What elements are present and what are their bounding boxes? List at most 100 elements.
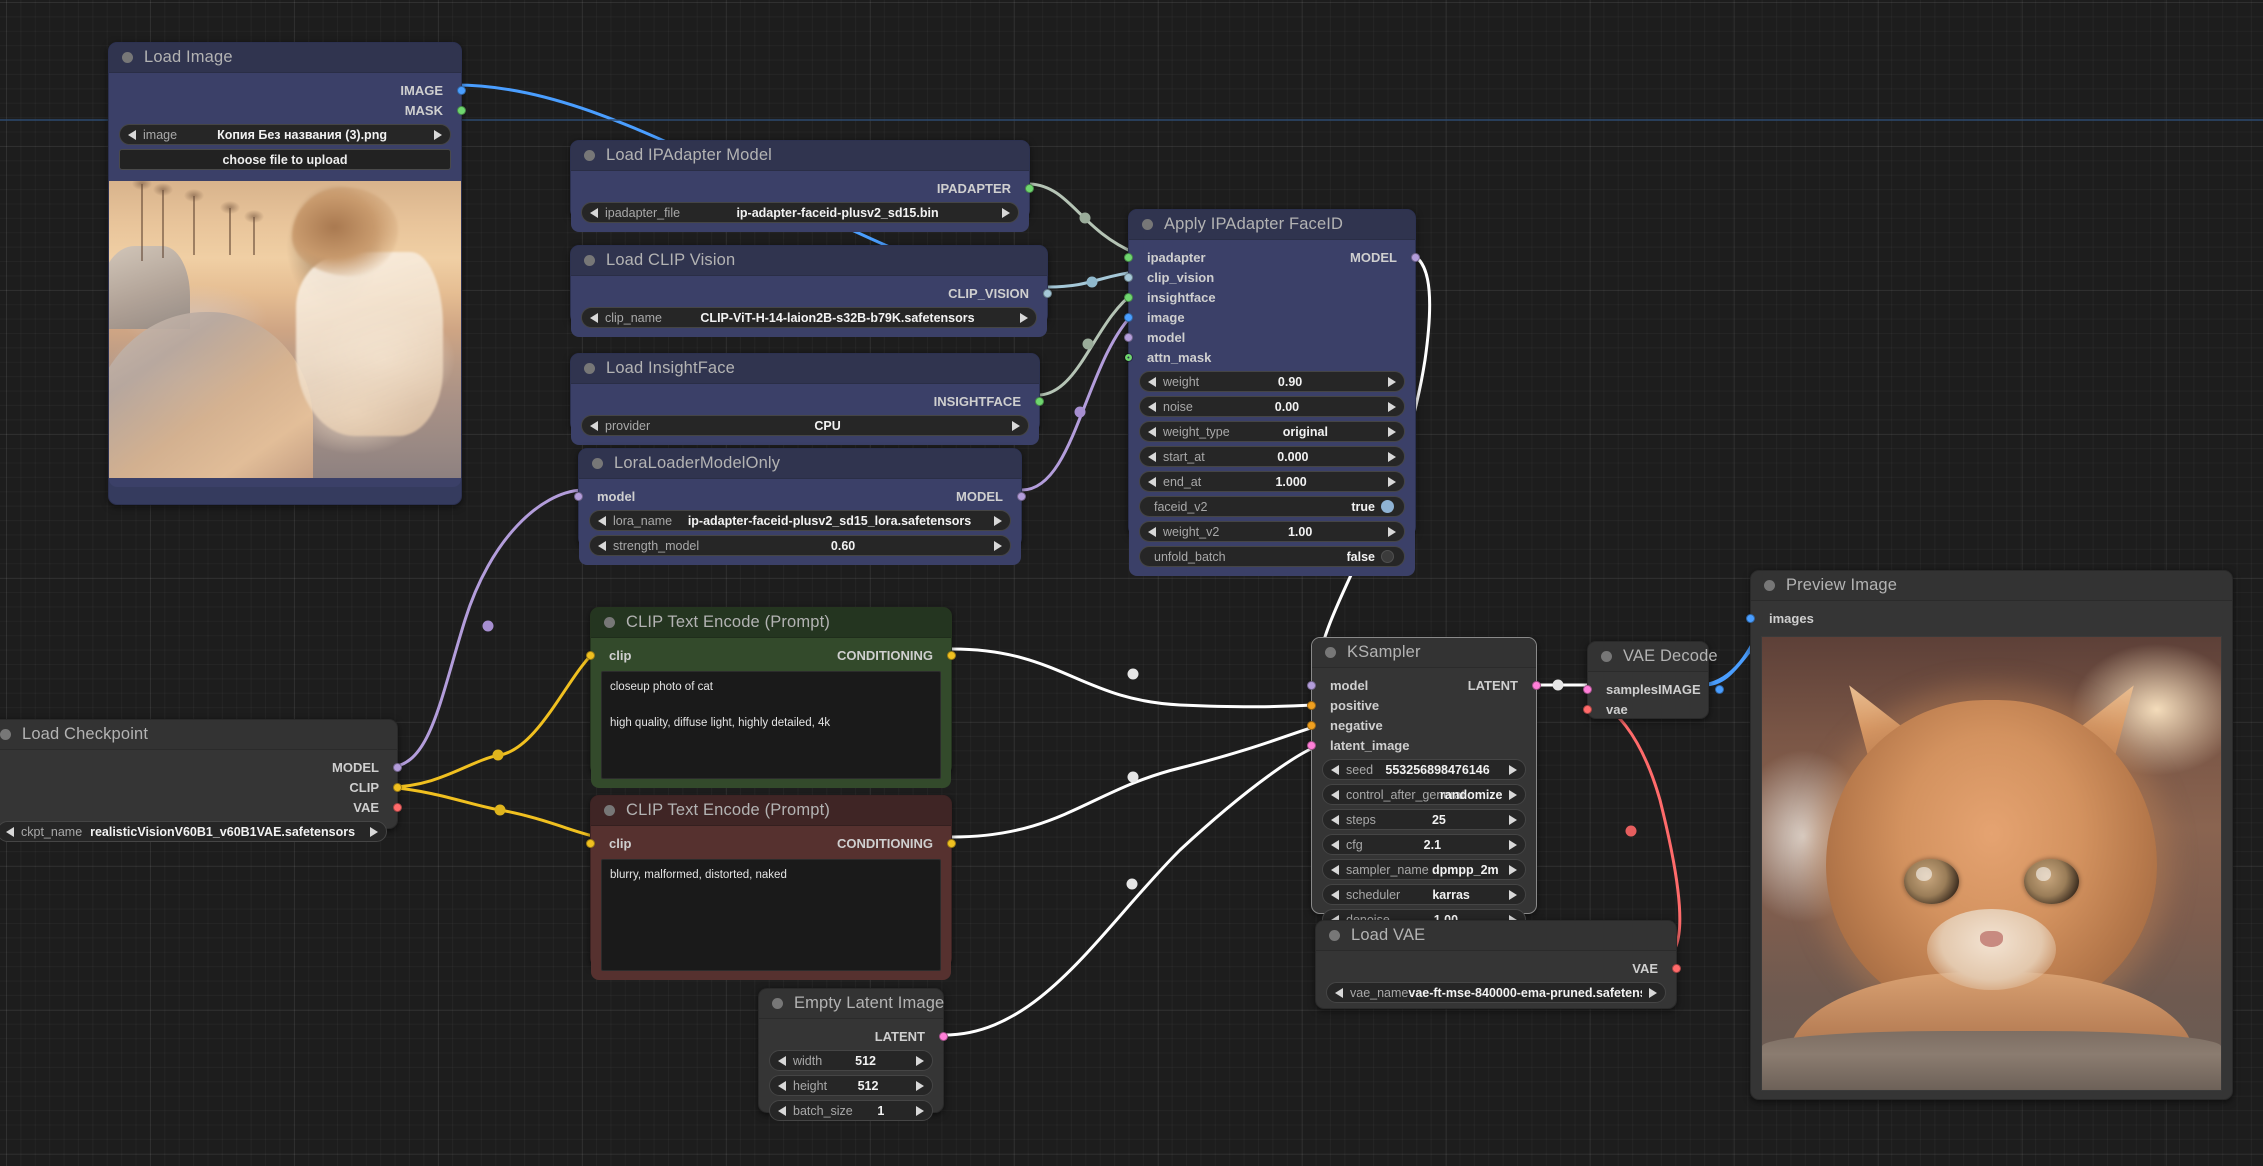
arrow-right-icon[interactable] xyxy=(1387,526,1396,537)
toggle-knob-on[interactable] xyxy=(1381,500,1394,513)
input-port-vae[interactable]: vae xyxy=(1583,702,1628,717)
port-dot-clip-vision[interactable] xyxy=(1124,272,1133,282)
arrow-right-icon[interactable] xyxy=(1508,839,1517,850)
arrow-left-icon[interactable] xyxy=(1331,889,1339,900)
port-dot-vae[interactable] xyxy=(1583,704,1592,714)
widget-start-at[interactable]: start_at 0.000 xyxy=(1139,446,1405,467)
port-dot-model-out[interactable] xyxy=(1017,491,1026,501)
node-empty-latent-image[interactable]: Empty Latent Image LATENT width 512 heig… xyxy=(758,988,948,1121)
widget-provider[interactable]: provider CPU xyxy=(581,415,1029,436)
node-title-bar[interactable]: KSampler xyxy=(1312,638,1536,668)
choose-file-to-upload-button[interactable]: choose file to upload xyxy=(119,149,451,170)
arrow-right-icon[interactable] xyxy=(1388,451,1396,462)
node-title-bar[interactable]: CLIP Text Encode (Prompt) xyxy=(591,796,951,826)
arrow-right-icon[interactable] xyxy=(1019,312,1028,323)
arrow-left-icon[interactable] xyxy=(1148,376,1156,387)
arrow-right-icon[interactable] xyxy=(993,540,1002,551)
collapse-dot-icon[interactable] xyxy=(584,150,595,161)
output-port-vae[interactable]: VAE xyxy=(353,800,402,815)
output-port-ipadapter[interactable]: IPADAPTER xyxy=(937,181,1034,196)
output-port-latent[interactable]: LATENT xyxy=(1468,678,1541,693)
output-port-model[interactable]: MODEL xyxy=(1350,250,1420,265)
port-dot-model[interactable] xyxy=(1307,680,1316,690)
port-dot-model[interactable] xyxy=(1124,332,1133,342)
node-load-ipadapter-model[interactable]: Load IPAdapter Model IPADAPTER ipadapter… xyxy=(570,140,1034,232)
collapse-dot-icon[interactable] xyxy=(584,363,595,374)
port-dot-model-out[interactable] xyxy=(1411,252,1420,262)
widget-noise[interactable]: noise 0.00 xyxy=(1139,396,1405,417)
arrow-left-icon[interactable] xyxy=(128,129,136,140)
arrow-left-icon[interactable] xyxy=(1331,839,1339,850)
output-port-conditioning[interactable]: CONDITIONING xyxy=(837,836,956,851)
node-load-clip-vision[interactable]: Load CLIP Vision CLIP_VISION clip_name C… xyxy=(570,245,1052,337)
node-preview-image[interactable]: Preview Image images xyxy=(1746,570,2233,1100)
port-dot-conditioning[interactable] xyxy=(947,838,956,848)
input-port-clip[interactable]: clip xyxy=(586,836,631,851)
port-dot-samples[interactable] xyxy=(1583,684,1592,694)
preview-image-output[interactable] xyxy=(1761,636,2222,1091)
collapse-dot-icon[interactable] xyxy=(1601,651,1612,662)
node-title-bar[interactable]: CLIP Text Encode (Prompt) xyxy=(591,608,951,638)
arrow-left-icon[interactable] xyxy=(778,1055,786,1066)
collapse-dot-icon[interactable] xyxy=(1142,219,1153,230)
arrow-right-icon[interactable] xyxy=(915,1055,924,1066)
output-port-insightface[interactable]: INSIGHTFACE xyxy=(934,394,1044,409)
arrow-right-icon[interactable] xyxy=(1011,420,1020,431)
widget-vae-name[interactable]: vae_name vae-ft-mse-840000-ema-pruned.sa… xyxy=(1326,982,1666,1003)
port-dot-ipadapter[interactable] xyxy=(1025,183,1034,193)
widget-faceid-v2[interactable]: faceid_v2 true xyxy=(1139,496,1405,517)
arrow-left-icon[interactable] xyxy=(1148,426,1156,437)
arrow-left-icon[interactable] xyxy=(778,1105,786,1116)
port-dot-vae[interactable] xyxy=(1672,963,1681,973)
input-port-attn-mask[interactable]: attn_mask xyxy=(1124,350,1211,365)
collapse-dot-icon[interactable] xyxy=(772,998,783,1009)
prompt-textarea-negative[interactable]: blurry, malformed, distorted, naked xyxy=(601,859,941,971)
port-dot-mask[interactable] xyxy=(457,105,466,115)
arrow-left-icon[interactable] xyxy=(598,515,606,526)
node-title-bar[interactable]: Preview Image xyxy=(1751,571,2232,601)
widget-ipadapter-file[interactable]: ipadapter_file ip-adapter-faceid-plusv2_… xyxy=(581,202,1019,223)
arrow-left-icon[interactable] xyxy=(590,312,598,323)
arrow-left-icon[interactable] xyxy=(1148,526,1156,537)
node-title-bar[interactable]: VAE Decode xyxy=(1588,642,1718,672)
output-port-vae[interactable]: VAE xyxy=(1632,961,1681,976)
port-dot-clip[interactable] xyxy=(586,838,595,848)
arrow-right-icon[interactable] xyxy=(915,1080,924,1091)
input-port-model[interactable]: model xyxy=(574,489,635,504)
arrow-right-icon[interactable] xyxy=(1509,789,1517,800)
collapse-dot-icon[interactable] xyxy=(592,458,603,469)
node-title-bar[interactable]: Load Checkpoint xyxy=(0,720,397,750)
node-lora-loader-model-only[interactable]: LoraLoaderModelOnly model MODEL lora_nam… xyxy=(574,448,1026,565)
arrow-right-icon[interactable] xyxy=(916,1105,924,1116)
arrow-right-icon[interactable] xyxy=(1508,814,1517,825)
arrow-left-icon[interactable] xyxy=(1331,789,1339,800)
node-clip-text-encode-negative[interactable]: CLIP Text Encode (Prompt) clip CONDITION… xyxy=(586,795,956,980)
port-dot-clip-vision[interactable] xyxy=(1043,288,1052,298)
node-apply-ipadapter-faceid[interactable]: Apply IPAdapter FaceID ipadapter MODEL c… xyxy=(1124,209,1420,576)
arrow-left-icon[interactable] xyxy=(1335,987,1343,998)
input-port-image[interactable]: image xyxy=(1124,310,1185,325)
node-title-bar[interactable]: Load CLIP Vision xyxy=(571,246,1047,276)
arrow-left-icon[interactable] xyxy=(1148,476,1156,487)
node-load-image[interactable]: Load Image IMAGE MASK image Копия Без на… xyxy=(108,42,466,505)
input-port-positive[interactable]: positive xyxy=(1307,698,1379,713)
port-dot-positive[interactable] xyxy=(1307,700,1316,710)
arrow-right-icon[interactable] xyxy=(1509,864,1517,875)
widget-scheduler[interactable]: scheduler karras xyxy=(1322,884,1526,905)
node-title-bar[interactable]: Apply IPAdapter FaceID xyxy=(1129,210,1415,240)
arrow-left-icon[interactable] xyxy=(1148,401,1156,412)
arrow-left-icon[interactable] xyxy=(6,826,14,837)
node-ksampler[interactable]: KSampler model LATENT positive negative … xyxy=(1307,637,1541,930)
widget-sampler-name[interactable]: sampler_name dpmpp_2m xyxy=(1322,859,1526,880)
output-port-clip[interactable]: CLIP xyxy=(349,780,402,795)
widget-width[interactable]: width 512 xyxy=(769,1050,933,1071)
arrow-right-icon[interactable] xyxy=(1388,426,1396,437)
node-clip-text-encode-positive[interactable]: CLIP Text Encode (Prompt) clip CONDITION… xyxy=(586,607,956,788)
port-dot-model[interactable] xyxy=(393,762,402,772)
port-dot-ipadapter[interactable] xyxy=(1124,252,1133,262)
widget-weight[interactable]: weight 0.90 xyxy=(1139,371,1405,392)
output-port-image[interactable]: IMAGE xyxy=(1658,682,1724,697)
port-dot-conditioning[interactable] xyxy=(947,650,956,660)
node-vae-decode[interactable]: VAE Decode samples IMAGE vae xyxy=(1583,641,1724,719)
arrow-left-icon[interactable] xyxy=(778,1080,786,1091)
